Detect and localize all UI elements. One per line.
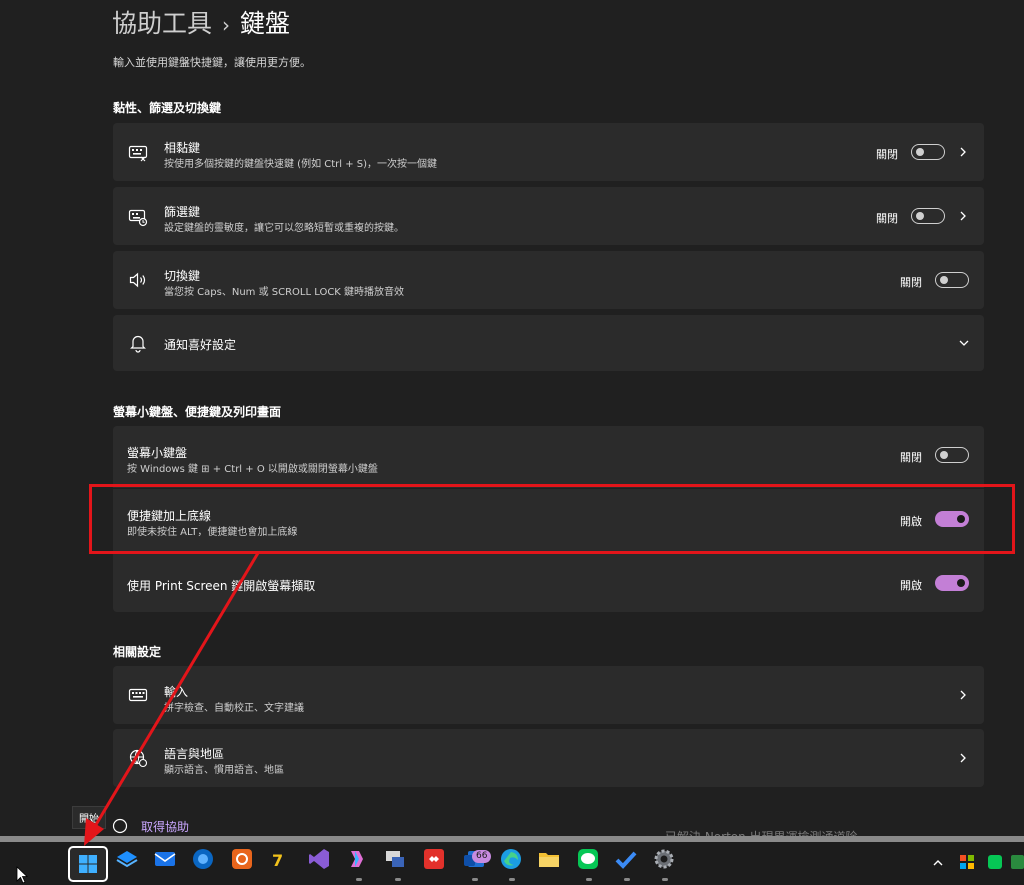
running-indicator: [356, 878, 362, 881]
visual-studio-icon[interactable]: [307, 847, 331, 871]
setting-notification-preferences[interactable]: 通知喜好設定: [113, 315, 984, 371]
anydesk-icon[interactable]: [422, 847, 446, 871]
network-tool-icon[interactable]: [383, 847, 407, 871]
onscreen-keyboard-label: 螢幕小鍵盤: [127, 446, 188, 460]
orange-app-icon[interactable]: [230, 847, 254, 871]
notification-badge: 66: [472, 850, 492, 863]
toggle-keys-state: 關閉: [900, 276, 922, 289]
get-help-link[interactable]: 取得協助: [141, 818, 189, 835]
breadcrumb-separator: ›: [222, 13, 231, 37]
keyboard-filter-icon: [128, 209, 148, 227]
page-subtitle: 輸入並使用鍵盤快捷鍵，讓使用更方便。: [113, 56, 311, 69]
sticky-keys-desc: 按使用多個按鍵的鍵盤快速鍵 (例如 Ctrl + S)，一次按一個鍵: [164, 159, 438, 170]
onscreen-keyboard-desc: 按 Windows 鍵 ⊞ + Ctrl + O 以開啟或關閉螢幕小鍵盤: [127, 464, 378, 475]
mouse-cursor-icon: [16, 866, 28, 884]
file-explorer-icon[interactable]: [537, 847, 561, 871]
section-heading-related-settings: 相關設定: [113, 645, 162, 659]
tray-app-icon[interactable]: [959, 854, 975, 870]
typing-label: 輸入: [164, 685, 189, 699]
chevron-right-icon[interactable]: [956, 751, 970, 765]
section-heading-onscreen-keyboard: 螢幕小鍵盤、便捷鍵及列印畫面: [113, 405, 282, 419]
sticky-keys-label: 相黏鍵: [164, 141, 201, 155]
setting-typing[interactable]: 輸入 拼字檢查、自動校正、文字建議: [113, 666, 984, 724]
breadcrumb-current: 鍵盤: [240, 9, 291, 38]
running-indicator: [395, 878, 401, 881]
setting-toggle-keys[interactable]: 切換鍵 當您按 Caps、Num 或 SCROLL LOCK 鍵時播放音效 關閉: [113, 251, 984, 309]
filter-keys-state: 關閉: [876, 212, 898, 225]
sticky-keys-state: 關閉: [876, 148, 898, 161]
toggle-keys-desc: 當您按 Caps、Num 或 SCROLL LOCK 鍵時播放音效: [164, 287, 405, 298]
typing-desc: 拼字檢查、自動校正、文字建議: [164, 703, 304, 714]
print-screen-label: 使用 Print Screen 鍵開啟螢幕擷取: [127, 579, 316, 593]
chevron-down-icon[interactable]: [957, 336, 971, 350]
setting-sticky-keys[interactable]: 相黏鍵 按使用多個按鍵的鍵盤快速鍵 (例如 Ctrl + S)，一次按一個鍵 關…: [113, 123, 984, 181]
running-indicator: [509, 878, 515, 881]
line-icon[interactable]: [576, 847, 600, 871]
filter-keys-desc: 設定鍵盤的靈敏度，讓它可以忽略短暫或重複的按鍵。: [164, 223, 404, 234]
running-indicator: [472, 878, 478, 881]
filter-keys-label: 篩選鍵: [164, 205, 201, 219]
print-screen-toggle[interactable]: [935, 575, 969, 591]
mail-icon[interactable]: [153, 847, 177, 871]
onscreen-keyboard-toggle[interactable]: [935, 447, 969, 463]
globe-language-icon: [129, 749, 148, 768]
running-indicator: [586, 878, 592, 881]
annotation-highlight-box: [89, 484, 1015, 554]
print-screen-state: 開啟: [900, 579, 922, 592]
keyboard-sticky-icon: [128, 145, 148, 162]
tray-overflow-icon[interactable]: [1010, 854, 1024, 870]
svg-text:7: 7: [272, 851, 283, 870]
setting-language-region[interactable]: 語言與地區 顯示語言、慣用語言、地區: [113, 729, 984, 787]
toggle-keys-label: 切換鍵: [164, 269, 201, 283]
running-indicator: [662, 878, 668, 881]
widgets-icon[interactable]: [115, 847, 139, 871]
help-icon: [112, 818, 128, 834]
chevron-right-icon[interactable]: [956, 209, 970, 223]
browser-blue-icon[interactable]: [191, 847, 215, 871]
notification-preferences-label: 通知喜好設定: [164, 338, 237, 352]
start-tooltip: 開始: [72, 806, 106, 829]
bell-icon: [130, 335, 146, 353]
language-region-label: 語言與地區: [164, 747, 225, 761]
7zip-icon[interactable]: 7: [268, 847, 292, 871]
start-button[interactable]: [68, 846, 108, 882]
onscreen-keyboard-state: 關閉: [900, 451, 922, 464]
running-indicator: [624, 878, 630, 881]
settings-gear-icon[interactable]: [652, 847, 676, 871]
keyboard-icon: [128, 688, 148, 702]
todo-check-icon[interactable]: [614, 847, 638, 871]
speaker-icon: [129, 272, 146, 288]
tray-line-icon[interactable]: [987, 854, 1003, 870]
section-heading-filter-keys: 黏性、篩選及切換鍵: [113, 101, 222, 115]
sticky-keys-toggle[interactable]: [911, 144, 945, 160]
language-region-desc: 顯示語言、慣用語言、地區: [164, 765, 284, 776]
toggle-keys-toggle[interactable]: [935, 272, 969, 288]
copilot-icon[interactable]: [345, 847, 369, 871]
chevron-up-icon[interactable]: [932, 857, 944, 869]
breadcrumb-parent[interactable]: 協助工具: [112, 9, 212, 38]
filter-keys-toggle[interactable]: [911, 208, 945, 224]
chevron-right-icon[interactable]: [956, 688, 970, 702]
windows-logo-icon: [79, 855, 97, 873]
chevron-right-icon[interactable]: [956, 145, 970, 159]
page-title: 協助工具 › 鍵盤: [112, 4, 290, 40]
edge-icon[interactable]: [499, 847, 523, 871]
setting-filter-keys[interactable]: 篩選鍵 設定鍵盤的靈敏度，讓它可以忽略短暫或重複的按鍵。 關閉: [113, 187, 984, 245]
